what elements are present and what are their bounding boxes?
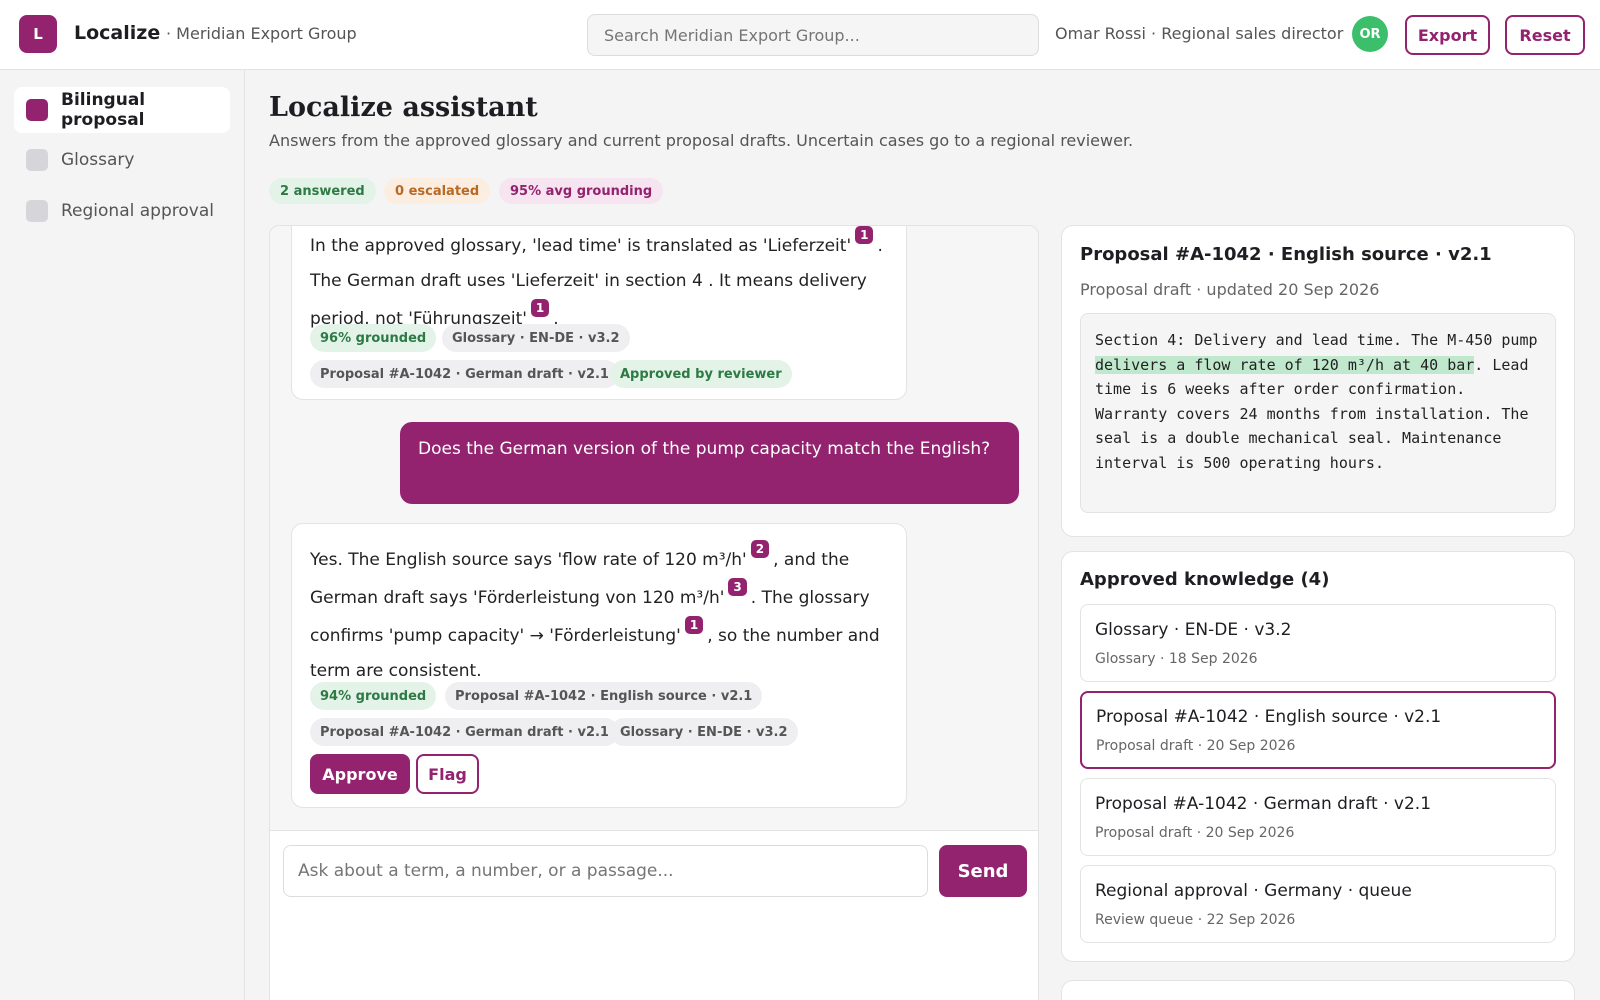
knowledge-item[interactable]: Proposal #A-1042 · German draft · v2.1 P… [1080,778,1556,856]
source-card: Proposal #A-1042 · English source · v2.1… [1061,225,1575,537]
source-chip[interactable]: Proposal #A-1042 · German draft · v2.1 [310,360,619,388]
next-card [1061,980,1575,1000]
search-input[interactable] [587,14,1039,56]
sidebar-item-label: Glossary [61,150,135,170]
source-chip[interactable]: Proposal #A-1042 · German draft · v2.1 [310,718,619,746]
reset-button[interactable]: Reset [1505,15,1585,55]
user-name: Omar Rossi · Regional sales director [1055,24,1344,43]
send-button[interactable]: Send [939,845,1027,897]
avatar[interactable]: OR [1352,16,1388,52]
grounding-badge: 95% avg grounding [499,178,664,204]
knowledge-item[interactable]: Glossary · EN-DE · v3.2 Glossary · 18 Se… [1080,604,1556,682]
source-chip[interactable]: Glossary · EN-DE · v3.2 [442,324,630,352]
citation-marker[interactable]: 3 [728,578,747,596]
sidebar-item-label: Regional approval [61,201,214,221]
ask-input[interactable] [283,845,928,897]
approved-chip: Approved by reviewer [610,360,792,388]
composer: Send [270,830,1038,1000]
square-icon [26,200,48,222]
source-text: Section 4: Delivery and lead time. The M… [1080,313,1556,513]
app-name: Localize [74,22,161,44]
knowledge-title: Approved knowledge (4) [1080,569,1330,590]
highlighted-passage: delivers a flow rate of 120 m³/h at 40 b… [1095,355,1475,374]
sidebar-item-glossary[interactable]: Glossary [14,137,230,183]
citation-marker[interactable]: 2 [750,540,770,558]
knowledge-item[interactable]: Regional approval · Germany · queue Revi… [1080,865,1556,943]
square-icon [26,99,48,121]
source-chip[interactable]: Proposal #A-1042 · English source · v2.1 [445,682,763,710]
source-meta: Proposal draft · updated 20 Sep 2026 [1080,280,1380,299]
sidebar-item-label: Bilingual proposal [61,90,146,130]
assistant-message: Yes. The English source says 'flow rate … [291,523,907,808]
export-button[interactable]: Export [1405,15,1490,55]
sidebar: Bilingual proposal Glossary Regional app… [0,70,245,1000]
chat-panel: In the approved glossary, 'lead time' is… [269,225,1039,1000]
answered-badge: 2 answered [269,178,376,204]
sidebar-item-bilingual-proposal[interactable]: Bilingual proposal [14,87,230,133]
citation-marker[interactable]: 1 [530,299,550,317]
source-title: Proposal #A-1042 · English source · v2.1 [1080,244,1492,265]
knowledge-card: Approved knowledge (4) Glossary · EN-DE … [1061,551,1575,962]
source-chip[interactable]: Glossary · EN-DE · v3.2 [610,718,798,746]
grounded-chip: 96% grounded [310,324,437,352]
citation-marker[interactable]: 1 [684,616,704,634]
square-icon [26,149,48,171]
escalated-badge: 0 escalated [384,178,491,204]
user-message: Does the German version of the pump capa… [400,422,1019,504]
assistant-message: In the approved glossary, 'lead time' is… [291,226,907,400]
flag-button[interactable]: Flag [416,754,479,794]
citation-marker[interactable]: 1 [855,226,874,244]
knowledge-item[interactable]: Proposal #A-1042 · English source · v2.1… [1080,691,1556,769]
grounded-chip: 94% grounded [310,682,437,710]
page-subtitle: Answers from the approved glossary and c… [269,131,1134,150]
message-text: In the approved glossary, 'lead time' is… [310,226,883,329]
app-logo: L [19,15,57,53]
sidebar-item-regional-approval[interactable]: Regional approval [14,188,230,234]
approve-button[interactable]: Approve [310,754,410,794]
page-title: Localize assistant [269,92,538,123]
org-name: · Meridian Export Group [166,24,357,43]
message-text: Yes. The English source says 'flow rate … [310,540,880,681]
top-bar: L Localize · Meridian Export Group Omar … [0,0,1600,70]
